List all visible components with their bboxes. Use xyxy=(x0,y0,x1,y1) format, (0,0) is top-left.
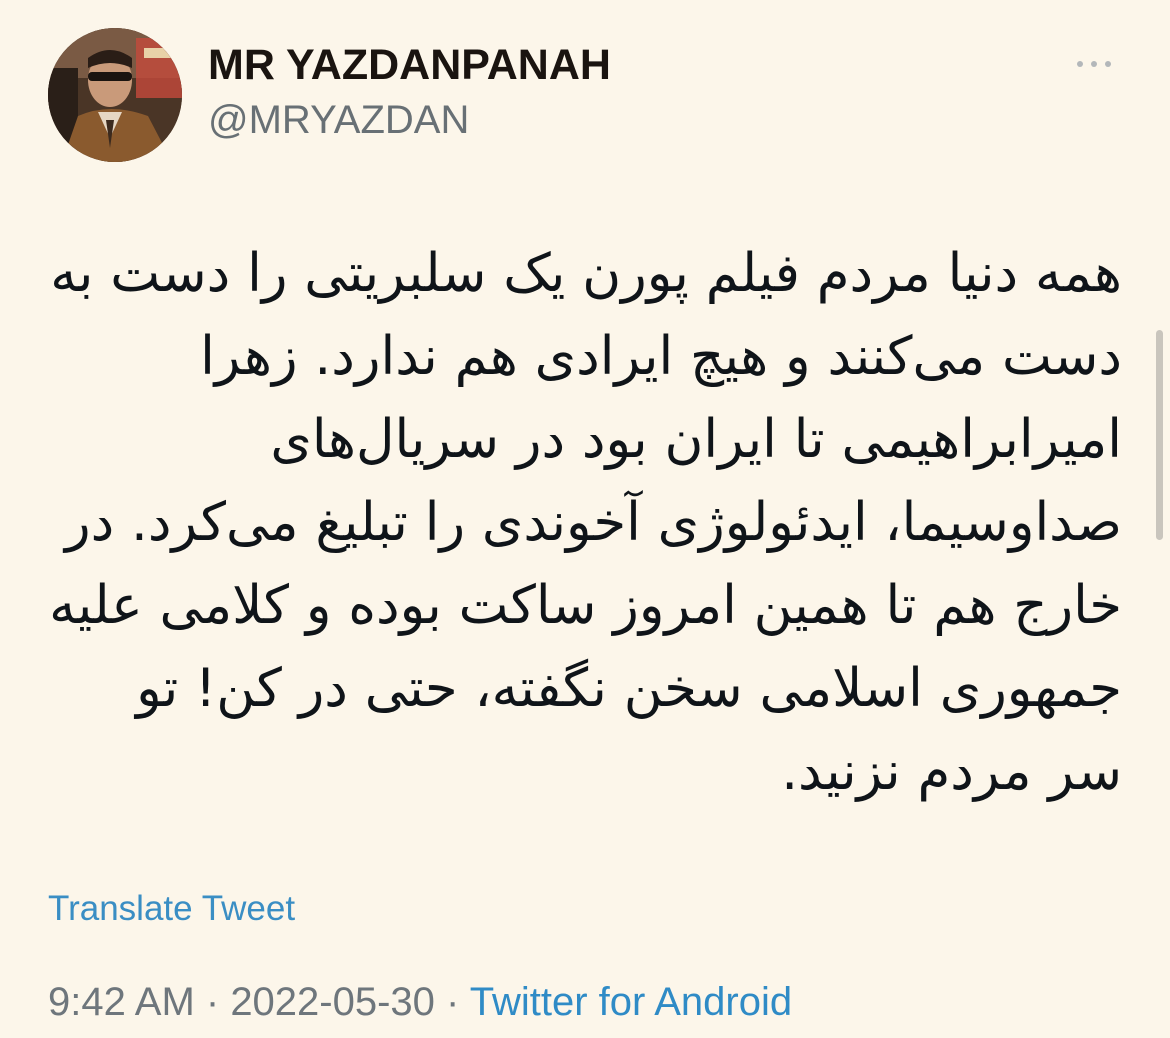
more-dot xyxy=(1105,61,1111,67)
profile-photo-icon xyxy=(48,28,182,162)
translate-tweet-link[interactable]: Translate Tweet xyxy=(48,888,295,930)
scrollbar[interactable] xyxy=(1156,330,1163,540)
meta-separator: · xyxy=(194,980,231,1024)
more-options-icon[interactable] xyxy=(1068,48,1120,78)
author-display-name[interactable]: MR YAZDANPANAH xyxy=(208,40,611,90)
tweet-time: 9:42 AM xyxy=(48,980,195,1024)
more-dot xyxy=(1077,61,1083,67)
tweet-text: همه دنیا مردم فیلم پورن یک سلبریتی را دس… xyxy=(49,243,1122,802)
tweet-date[interactable]: 2022-05-30 xyxy=(230,980,435,1024)
tweet-metadata: 9:42 AM · 2022-05-30 · Twitter for Andro… xyxy=(48,978,792,1026)
avatar[interactable] xyxy=(48,28,182,162)
tweet-source-link[interactable]: Twitter for Android xyxy=(470,980,792,1024)
author-handle[interactable]: @MRYAZDAN xyxy=(208,97,469,143)
meta-separator: · xyxy=(434,980,470,1024)
more-dot xyxy=(1091,61,1097,67)
